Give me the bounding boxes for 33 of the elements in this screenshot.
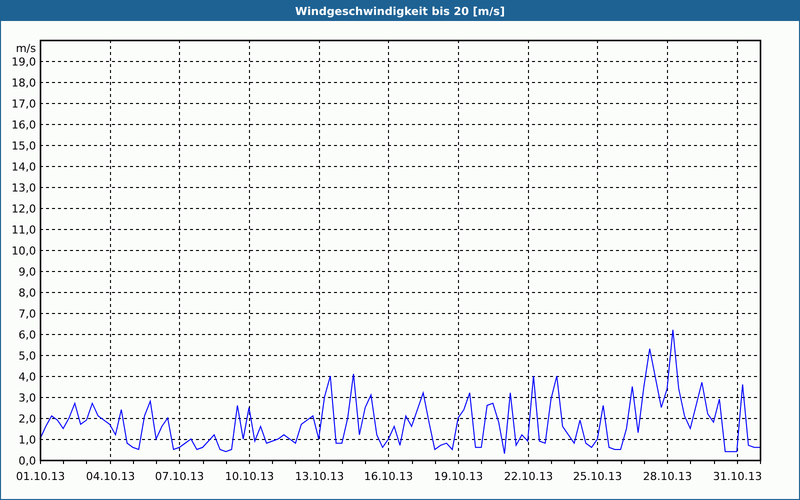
y-tick-label: 13,0 <box>12 182 36 194</box>
y-tick-label: 19,0 <box>12 56 36 68</box>
y-axis-label: m/s <box>16 42 36 55</box>
y-tick-label: 10,0 <box>12 244 36 258</box>
y-tick-label: 1,0 <box>18 434 36 446</box>
y-tick-label: 17,0 <box>12 98 36 110</box>
y-tick-label: 4,0 <box>18 370 36 384</box>
x-tick-label: 01.10.13 <box>16 470 65 483</box>
y-tick-label: 12,0 <box>12 202 36 216</box>
y-tick-label: 8,0 <box>18 286 36 300</box>
x-tick-label: 28.10.13 <box>643 470 692 483</box>
y-tick-label: 3,0 <box>18 392 36 404</box>
y-tick-label: 16,0 <box>12 118 36 132</box>
y-tick-label: 2,0 <box>18 412 36 426</box>
y-tick-label: 11,0 <box>12 224 36 236</box>
y-tick-label: 6,0 <box>18 328 36 342</box>
y-tick-label: 15,0 <box>12 140 36 152</box>
y-tick-label: 18,0 <box>12 76 36 90</box>
chart-title: Windgeschwindigkeit bis 20 [m/s] <box>295 4 505 18</box>
y-tick-label: 14,0 <box>12 160 36 174</box>
x-tick-label: 04.10.13 <box>86 470 135 483</box>
x-tick-label: 13.10.13 <box>295 470 344 483</box>
y-tick-label: 0,0 <box>18 454 36 468</box>
x-tick-label: 31.10.13 <box>713 470 762 483</box>
x-tick-label: 25.10.13 <box>573 470 622 483</box>
x-tick-label: 19.10.13 <box>434 470 483 483</box>
x-tick-label: 22.10.13 <box>504 470 553 483</box>
y-tick-label: 9,0 <box>18 266 36 278</box>
y-tick-label: 5,0 <box>18 350 36 362</box>
x-tick-label: 07.10.13 <box>155 470 204 483</box>
x-tick-label: 10.10.13 <box>225 470 274 483</box>
y-tick-label: 7,0 <box>18 308 36 320</box>
x-tick-label: 16.10.13 <box>364 470 413 483</box>
